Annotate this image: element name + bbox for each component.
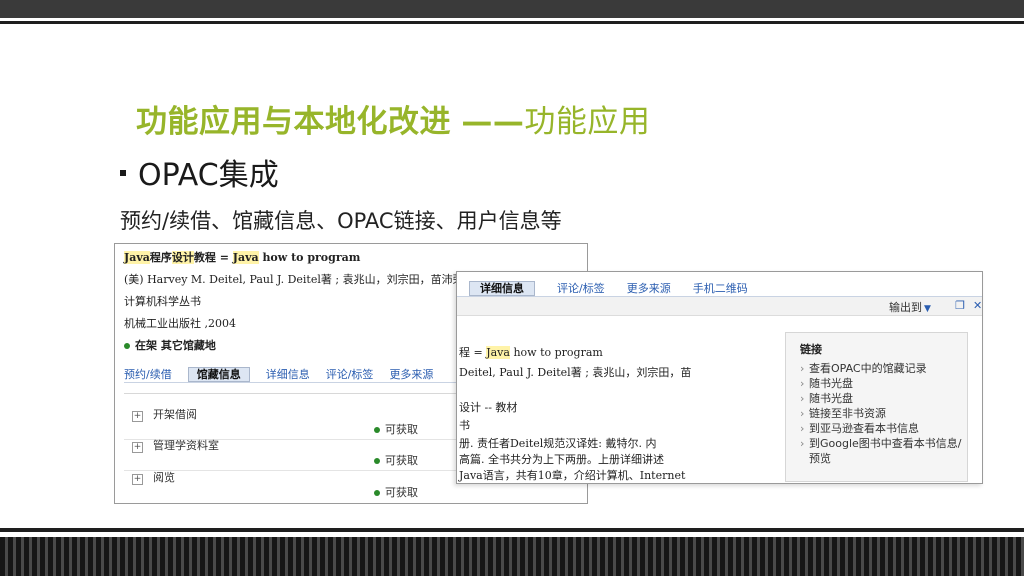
tab-reserve[interactable]: 预约/续借 bbox=[124, 368, 172, 381]
link-opac-record[interactable]: 查看OPAC中的馆藏记录 bbox=[800, 361, 965, 376]
detail-line: 书 bbox=[459, 419, 470, 432]
bullet-text: OPAC集成 bbox=[138, 158, 279, 193]
available-dot-icon bbox=[374, 458, 380, 464]
tab-qr-code[interactable]: 手机二维码 bbox=[693, 282, 748, 295]
details-tabs: 详细信息 评论/标签 更多来源 手机二维码 bbox=[469, 280, 770, 296]
opac-details-screenshot: 详细信息 评论/标签 更多来源 手机二维码 输出到 ▼ ❐ ✕ 程 = Java how… bbox=[456, 271, 983, 484]
detail-line: 高篇. 全书共分为上下两册。上册详细讲述 bbox=[459, 453, 664, 466]
link-disc-1[interactable]: 随书光盘 bbox=[800, 376, 965, 391]
top-decor-line bbox=[0, 21, 1024, 24]
record-authors: (美) Harvey M. Deitel, Paul J. Deitel著 ; … bbox=[124, 273, 475, 286]
expand-icon[interactable]: + bbox=[132, 442, 143, 453]
available-dot-icon bbox=[374, 427, 380, 433]
bottom-decor-band bbox=[0, 537, 1024, 576]
top-decor-band bbox=[0, 0, 1024, 18]
detail-line: 程 = Java how to program bbox=[459, 346, 603, 359]
record-publisher: 机械工业出版社 ,2004 bbox=[124, 317, 236, 330]
links-panel: 链接 查看OPAC中的馆藏记录 随书光盘 随书光盘 链接至非书资源 到亚马逊查看… bbox=[785, 332, 968, 482]
bullet-point: OPAC集成 bbox=[120, 150, 279, 194]
record-tabs: 预约/续借 馆藏信息 详细信息 评论/标签 更多来源 bbox=[124, 366, 449, 382]
tab-comments[interactable]: 评论/标签 bbox=[326, 368, 374, 381]
holding-row[interactable]: + 阅览 bbox=[132, 469, 175, 485]
tab-details[interactable]: 详细信息 bbox=[266, 368, 310, 381]
holding-row[interactable]: + 开架借阅 bbox=[132, 406, 197, 422]
link-google-books[interactable]: 到Google图书中查看本书信息/预览 bbox=[800, 436, 965, 466]
tab-more-sources[interactable]: 更多来源 bbox=[389, 368, 433, 381]
tab-holdings[interactable]: 馆藏信息 bbox=[187, 367, 250, 382]
detail-line: 设计 -- 教材 bbox=[459, 401, 518, 414]
available-dot-icon bbox=[124, 343, 130, 349]
new-window-icon[interactable]: ❐ bbox=[955, 299, 965, 312]
tab-comments[interactable]: 评论/标签 bbox=[557, 282, 605, 295]
close-icon[interactable]: ✕ bbox=[973, 299, 982, 312]
title-bold: 功能应用与本地化改进 bbox=[136, 104, 451, 140]
details-toolbar: 输出到 ▼ ❐ ✕ bbox=[457, 297, 982, 316]
holding-status: 可获取 bbox=[374, 484, 418, 500]
links-list: 查看OPAC中的馆藏记录 随书光盘 随书光盘 链接至非书资源 到亚马逊查看本书信… bbox=[800, 361, 965, 466]
slide-title: 功能应用与本地化改进 ——功能应用 bbox=[136, 96, 650, 141]
record-series: 计算机科学丛书 bbox=[124, 295, 201, 308]
expand-icon[interactable]: + bbox=[132, 474, 143, 485]
holding-row[interactable]: + 管理学资料室 bbox=[132, 437, 219, 453]
available-dot-icon bbox=[374, 490, 380, 496]
detail-line: Java语言，共有10章，介绍计算机、Internet bbox=[459, 469, 686, 482]
feature-list: 预约/续借、馆藏信息、OPAC链接、用户信息等 bbox=[120, 209, 562, 233]
detail-line: Deitel, Paul J. Deitel著 ; 袁兆山，刘宗田，苗 bbox=[459, 366, 692, 379]
links-title: 链接 bbox=[800, 343, 822, 356]
bottom-decor-line bbox=[0, 528, 1024, 532]
record-title[interactable]: Java程序设计教程 = Java how to program bbox=[124, 249, 360, 265]
title-rest: 功能应用 bbox=[524, 104, 651, 140]
record-status: 在架 其它馆藏地 bbox=[124, 337, 216, 353]
export-dropdown[interactable]: 输出到 ▼ bbox=[889, 299, 931, 315]
detail-line: 册. 责任者Deitel规范汉译姓: 戴特尔. 内 bbox=[459, 437, 657, 450]
link-amazon[interactable]: 到亚马逊查看本书信息 bbox=[800, 421, 965, 436]
holding-status: 可获取 bbox=[374, 421, 418, 437]
tab-details[interactable]: 详细信息 bbox=[469, 281, 535, 296]
expand-icon[interactable]: + bbox=[132, 411, 143, 422]
link-disc-2[interactable]: 随书光盘 bbox=[800, 391, 965, 406]
chevron-down-icon: ▼ bbox=[924, 304, 931, 314]
bullet-square-icon bbox=[120, 169, 126, 176]
holding-status: 可获取 bbox=[374, 452, 418, 468]
tab-more-sources[interactable]: 更多来源 bbox=[627, 282, 671, 295]
title-dash: —— bbox=[461, 104, 525, 140]
link-nonbook[interactable]: 链接至非书资源 bbox=[800, 406, 965, 421]
